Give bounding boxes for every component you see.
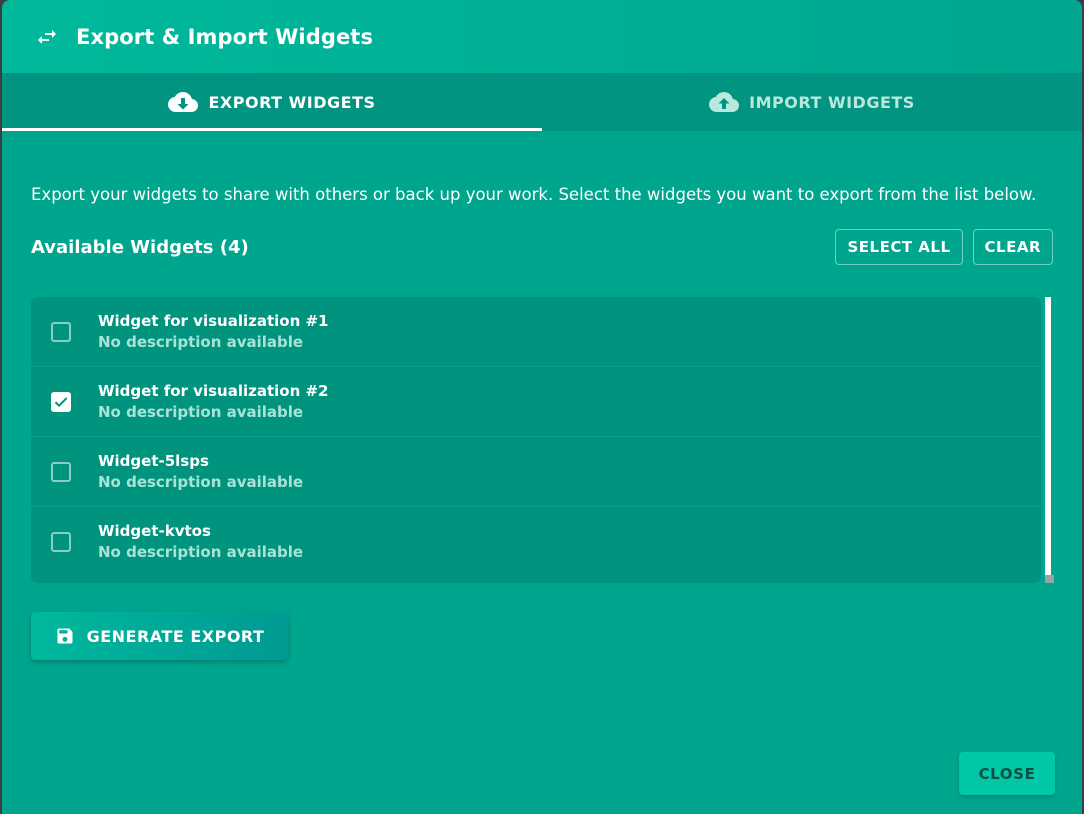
export-description: Export your widgets to share with others…: [31, 185, 1037, 204]
widget-description: No description available: [98, 333, 304, 351]
widget-name: Widget-kvtos: [98, 522, 211, 540]
dialog-title: Export & Import Widgets: [76, 24, 374, 49]
widget-text: Widget-5lsps No description available: [98, 452, 303, 491]
list-scrollbar[interactable]: [1043, 297, 1054, 583]
available-widgets-header: Available Widgets (4) SELECT ALL CLEAR: [31, 228, 1053, 266]
widget-name: Widget for visualization #2: [98, 382, 329, 400]
floppy-disk-icon: [55, 626, 75, 646]
checkmark-icon: [54, 396, 68, 407]
cloud-download-icon: [168, 91, 199, 113]
tab-import-widgets[interactable]: IMPORT WIDGETS: [542, 73, 1082, 131]
list-item[interactable]: Widget-kvtos No description available: [31, 507, 1041, 576]
widget-name: Widget for visualization #1: [98, 312, 329, 330]
dialog-header: Export & Import Widgets: [2, 0, 1082, 73]
list-item[interactable]: Widget for visualization #2 No descripti…: [31, 367, 1041, 437]
widget-checkbox[interactable]: [51, 391, 71, 412]
available-widgets-title: Available Widgets (4): [31, 236, 249, 258]
widget-text: Widget for visualization #2 No descripti…: [98, 382, 329, 421]
swap-horizontal-icon: [34, 24, 60, 50]
cloud-upload-icon: [709, 91, 740, 113]
tab-export-label: EXPORT WIDGETS: [208, 92, 376, 112]
tab-bar: EXPORT WIDGETS IMPORT WIDGETS: [2, 73, 1082, 131]
widget-checkbox[interactable]: [51, 531, 71, 552]
widget-checkbox[interactable]: [51, 461, 71, 482]
list-item[interactable]: Widget-5lsps No description available: [31, 437, 1041, 507]
widget-description: No description available: [98, 473, 304, 491]
tab-export-widgets[interactable]: EXPORT WIDGETS: [2, 73, 542, 131]
export-panel: Export your widgets to share with others…: [2, 181, 1082, 660]
tab-import-label: IMPORT WIDGETS: [749, 92, 915, 112]
widget-list-container: Widget for visualization #1 No descripti…: [31, 297, 1054, 583]
selection-buttons: SELECT ALL CLEAR: [835, 229, 1053, 265]
generate-export-label: GENERATE EXPORT: [86, 626, 265, 646]
select-all-button[interactable]: SELECT ALL: [835, 229, 963, 265]
widget-list: Widget for visualization #1 No descripti…: [31, 297, 1041, 583]
list-item[interactable]: Widget for visualization #1 No descripti…: [31, 297, 1041, 367]
widget-checkbox[interactable]: [51, 321, 71, 342]
clear-button[interactable]: CLEAR: [972, 229, 1053, 265]
close-button[interactable]: CLOSE: [959, 752, 1055, 795]
widget-text: Widget-kvtos No description available: [98, 522, 303, 561]
widget-text: Widget for visualization #1 No descripti…: [98, 312, 329, 351]
widget-description: No description available: [98, 403, 304, 421]
generate-export-button[interactable]: GENERATE EXPORT: [31, 612, 288, 660]
export-import-dialog: Export & Import Widgets EXPORT WIDGETS I…: [2, 0, 1082, 814]
widget-description: No description available: [98, 543, 304, 561]
scrollbar-thumb[interactable]: [1045, 575, 1054, 583]
scrollbar-track[interactable]: [1045, 297, 1051, 575]
widget-name: Widget-5lsps: [98, 452, 209, 470]
